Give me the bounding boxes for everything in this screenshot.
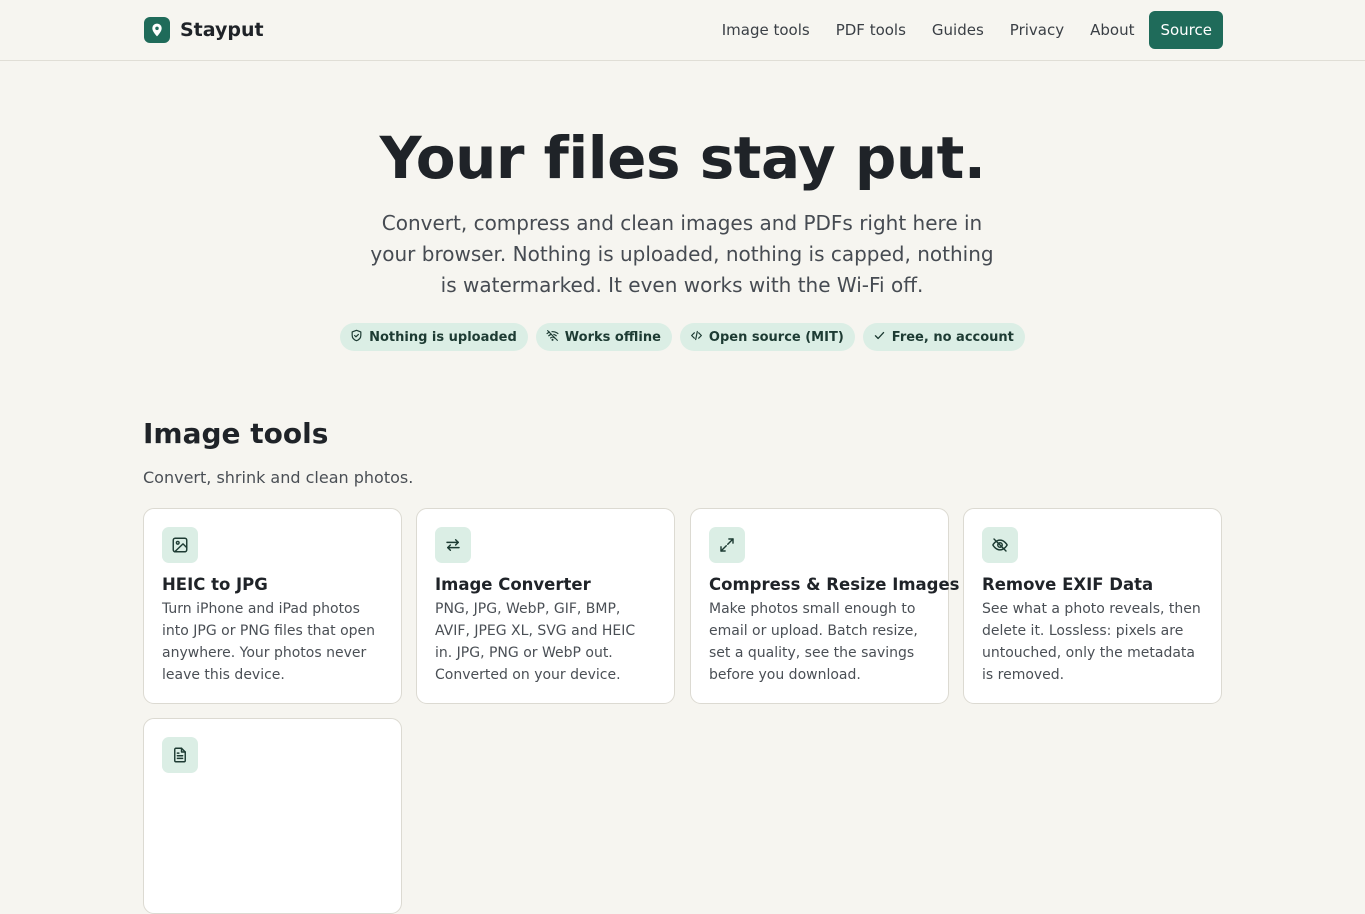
badge-label: Free, no account [891,329,1014,345]
nav-image-tools[interactable]: Image tools [709,11,823,49]
card-title: HEIC to JPG [162,575,268,594]
code-icon [690,329,703,346]
section-subtitle-image-tools: Convert, shrink and clean photos. [143,468,414,487]
swap-arrows-icon [435,527,471,563]
brand-name: Stayput [180,19,264,41]
card-description: Make photos small enough to email or upl… [709,601,918,683]
card-description: PNG, JPG, WebP, GIF, BMP, AVIF, JPEG XL,… [435,601,636,683]
shield-icon [350,329,363,346]
hero-title: Your files stay put. [379,124,986,192]
card-title: Remove EXIF Data [982,575,1154,594]
tool-card-document[interactable] [143,718,402,914]
source-button[interactable]: Source [1149,11,1223,49]
check-icon [873,329,886,346]
tool-card-image-converter[interactable]: Image Converter PNG, JPG, WebP, GIF, BMP… [416,508,675,704]
feature-badges: Nothing is uploaded Works offline Open s… [0,323,1365,351]
badge-free-no-account: Free, no account [862,323,1025,351]
nav-privacy[interactable]: Privacy [997,11,1077,49]
card-description: See what a photo reveals, then delete it… [982,601,1201,683]
location-pin-icon [144,17,170,43]
badge-label: Open source (MIT) [708,329,844,345]
wifi-off-icon [546,329,559,346]
tool-card-remove-exif[interactable]: Remove EXIF Data See what a photo reveal… [963,508,1222,704]
expand-icon [709,527,745,563]
nav-about[interactable]: About [1077,11,1147,49]
card-title: Image Converter [435,575,591,594]
badge-label: Works offline [564,329,661,345]
badge-works-offline: Works offline [535,323,672,351]
tool-card-compress-resize[interactable]: Compress & Resize Images Make photos sma… [690,508,960,704]
brand-home-link[interactable]: Stayput [144,17,264,43]
card-title: Compress & Resize Images [709,575,960,594]
hero-subtitle: Convert, compress and clean images and P… [370,211,994,297]
eye-off-icon [982,527,1018,563]
tool-card-heic-to-jpg[interactable]: HEIC to JPG Turn iPhone and iPad photos … [143,508,402,704]
nav-guides[interactable]: Guides [919,11,997,49]
badge-label: Nothing is uploaded [369,329,517,345]
badge-open-source: Open source (MIT) [679,323,855,351]
top-nav-bar: Stayput Image tools PDF tools Guides Pri… [0,0,1365,61]
card-description: Turn iPhone and iPad photos into JPG or … [162,601,376,683]
image-icon [162,527,198,563]
section-title-image-tools: Image tools [143,417,329,450]
main-nav: Image tools PDF tools Guides Privacy Abo… [709,11,1223,49]
nav-pdf-tools[interactable]: PDF tools [823,11,919,49]
badge-nothing-uploaded: Nothing is uploaded [340,323,528,351]
